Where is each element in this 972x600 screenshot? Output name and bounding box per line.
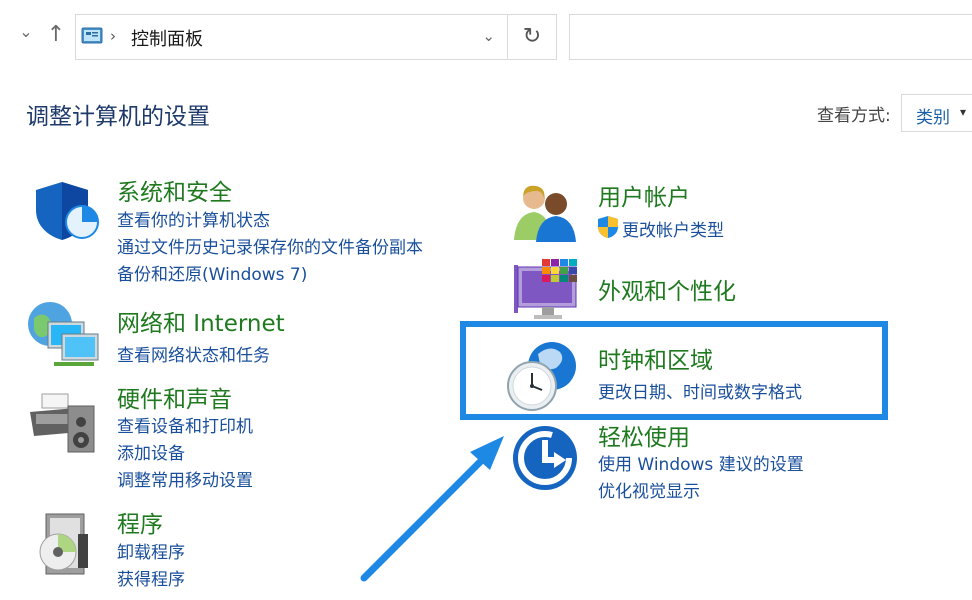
control-panel-icon (81, 27, 103, 44)
shield-icon (36, 182, 99, 240)
link-network-status[interactable]: 查看网络状态和任务 (117, 341, 270, 366)
highlight-box (460, 321, 888, 420)
category-title-appearance[interactable]: 外观和个性化 (598, 272, 736, 306)
up-button[interactable]: ↑ (44, 22, 68, 47)
link-uninstall-program[interactable]: 卸载程序 (117, 538, 185, 563)
category-title-programs[interactable]: 程序 (117, 505, 163, 539)
network-globe-icon (28, 302, 99, 366)
link-devices-printers[interactable]: 查看设备和打印机 (117, 412, 253, 437)
link-mobility-settings[interactable]: 调整常用移动设置 (117, 466, 253, 491)
link-view-computer-status[interactable]: 查看你的计算机状态 (117, 206, 270, 231)
link-file-history-backup[interactable]: 通过文件历史记录保存你的文件备份副本 (117, 233, 423, 258)
monitor-palette-icon (514, 259, 577, 319)
breadcrumb-separator: › (110, 27, 116, 45)
link-recommended-settings[interactable]: 使用 Windows 建议的设置 (598, 450, 804, 475)
recent-locations-button[interactable]: ⌄ (16, 22, 36, 41)
link-change-account-type[interactable]: 更改帐户类型 (622, 216, 724, 241)
refresh-button[interactable]: ↻ (508, 14, 557, 60)
address-dropdown-button[interactable]: ⌄ (482, 27, 495, 45)
uac-shield-icon (598, 216, 618, 238)
link-add-device[interactable]: 添加设备 (117, 439, 185, 464)
users-icon (514, 185, 576, 242)
category-title-ease-of-access[interactable]: 轻松使用 (598, 418, 690, 452)
link-get-programs[interactable]: 获得程序 (117, 565, 185, 590)
view-by-label: 查看方式: (817, 106, 891, 126)
address-bar[interactable]: › 控制面板 ⌄ (75, 14, 508, 60)
category-title-system-security[interactable]: 系统和安全 (117, 173, 232, 207)
link-backup-restore[interactable]: 备份和还原(Windows 7) (117, 260, 307, 285)
search-input[interactable] (569, 14, 972, 60)
view-by-select[interactable]: 类别 ▾ (901, 94, 972, 132)
category-title-user-accounts[interactable]: 用户帐户 (598, 178, 690, 212)
printer-speaker-icon (30, 393, 95, 453)
link-optimize-visual-display[interactable]: 优化视觉显示 (598, 477, 700, 502)
category-title-hardware[interactable]: 硬件和声音 (117, 380, 232, 414)
breadcrumb-control-panel[interactable]: 控制面板 (131, 25, 203, 51)
ease-of-access-icon (513, 426, 577, 490)
view-by-value: 类别 (916, 108, 950, 128)
page-title: 调整计算机的设置 (26, 104, 210, 130)
category-title-network[interactable]: 网络和 Internet (117, 304, 285, 338)
programs-disc-icon (39, 513, 88, 575)
chevron-down-icon: ▾ (960, 105, 967, 119)
